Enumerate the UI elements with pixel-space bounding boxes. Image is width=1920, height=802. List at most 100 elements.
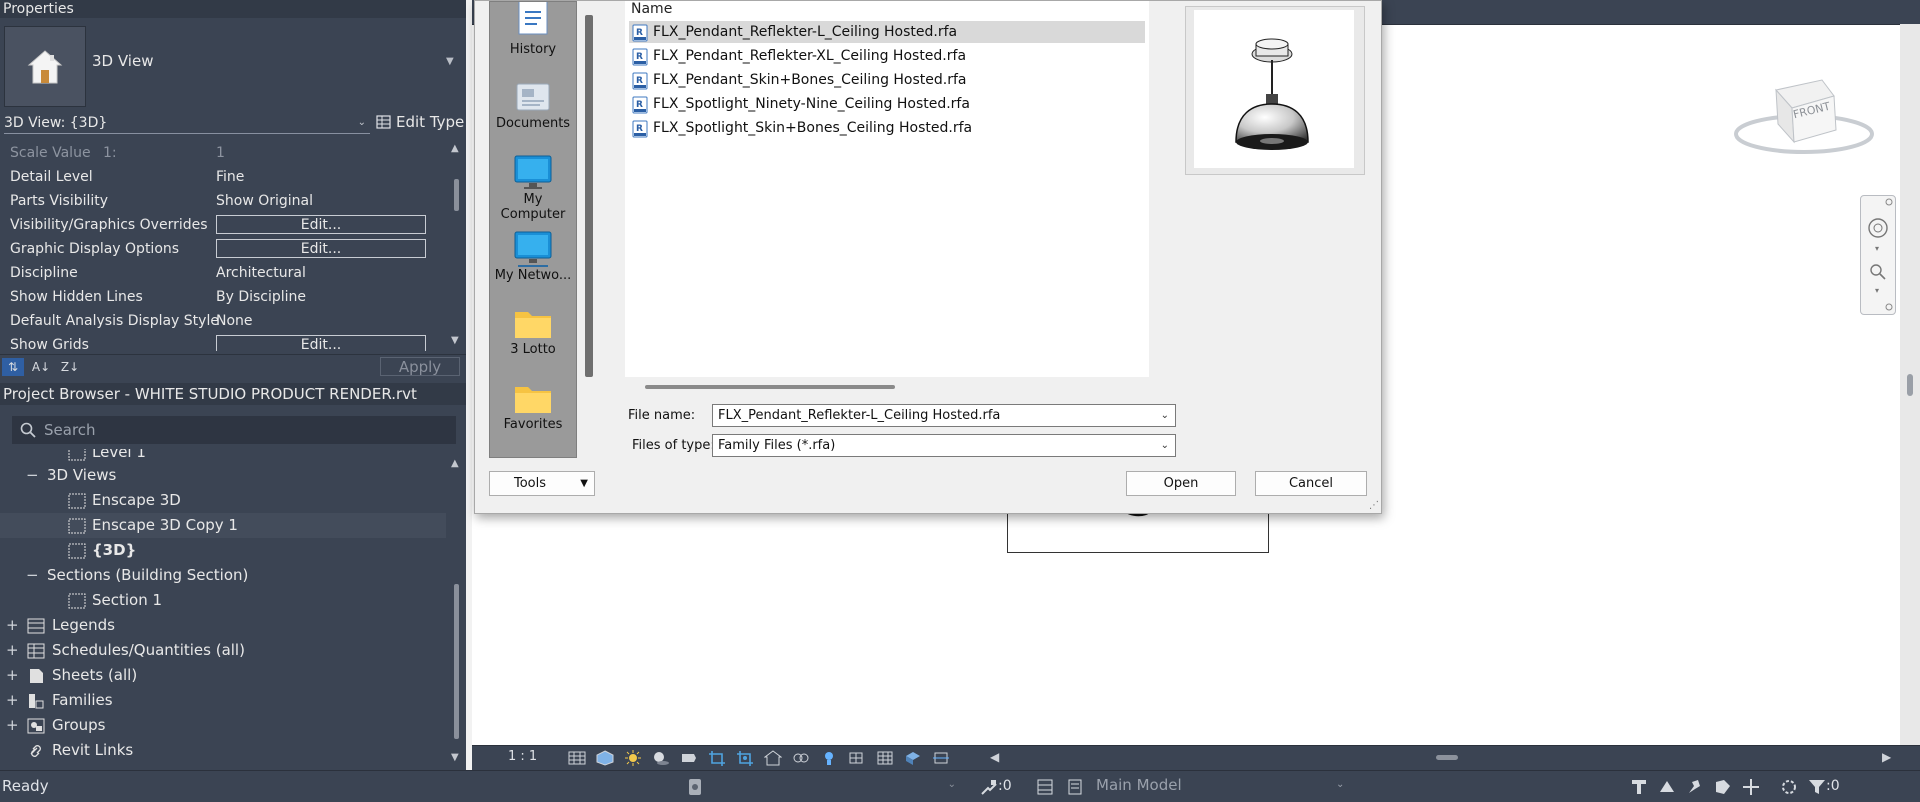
tree-node-groups[interactable]: + Groups [0, 713, 446, 738]
tools-button[interactable]: Tools ▼ [489, 471, 595, 496]
column-header-name[interactable]: Name [631, 1, 672, 17]
expand-icon[interactable]: + [6, 713, 19, 738]
place-my-computer[interactable]: My Computer [490, 154, 576, 222]
scroll-up-icon[interactable]: ▲ [451, 143, 459, 154]
file-item[interactable]: R FLX_Pendant_Reflekter-XL_Ceiling Hoste… [629, 45, 1145, 67]
property-row-detail-level[interactable]: Detail Level Fine [0, 165, 448, 189]
places-scrollbar[interactable] [585, 15, 593, 377]
property-row-hidden-lines[interactable]: Show Hidden Lines By Discipline [0, 285, 448, 309]
chevron-down-icon[interactable]: ▼ [446, 56, 454, 67]
sort-categorized-icon[interactable]: ⇅ [2, 358, 24, 376]
scroll-up-icon[interactable]: ▲ [451, 458, 459, 469]
edit-button[interactable]: Edit... [216, 239, 426, 258]
scroll-left-icon[interactable]: ◀ [990, 750, 999, 764]
edit-button[interactable]: Edit... [216, 335, 426, 351]
drag-elements-icon[interactable] [1742, 778, 1760, 796]
apply-button[interactable]: Apply [380, 357, 460, 376]
property-row-parts-visibility[interactable]: Parts Visibility Show Original [0, 189, 448, 213]
reveal-constraints-icon[interactable] [932, 750, 950, 766]
crop-view-icon[interactable] [708, 750, 726, 766]
property-row-discipline[interactable]: Discipline Architectural [0, 261, 448, 285]
place-3-lotto[interactable]: 3 Lotto [490, 304, 576, 357]
detail-level-icon[interactable] [568, 750, 586, 766]
tree-node-revit-links[interactable]: Revit Links [0, 738, 446, 763]
visual-style-icon[interactable] [596, 750, 614, 766]
resize-grip-icon[interactable]: ⋰ [1369, 500, 1379, 511]
design-options-icon[interactable] [1036, 778, 1054, 796]
place-history[interactable]: History [490, 2, 576, 57]
place-favorites[interactable]: Favorites [490, 379, 576, 432]
tree-node-sections[interactable]: − Sections (Building Section) [0, 563, 446, 588]
view-scale[interactable]: 1 : 1 [508, 749, 537, 764]
scroll-thumb[interactable] [1436, 755, 1458, 760]
tree-node-section-1[interactable]: Section 1 [0, 588, 446, 613]
collapse-icon[interactable]: − [26, 463, 39, 488]
file-type-select[interactable]: Family Files (*.rfa) ⌄ [712, 434, 1176, 457]
viewcube[interactable]: FRONT [1734, 72, 1874, 162]
property-value[interactable]: Architectural [216, 261, 306, 285]
scroll-down-icon[interactable]: ▼ [451, 335, 459, 346]
scroll-down-icon[interactable]: ▼ [451, 752, 459, 763]
temporary-hide-icon[interactable] [792, 750, 810, 766]
edit-button[interactable]: Edit... [216, 215, 426, 234]
collapse-icon[interactable]: − [26, 563, 39, 588]
design-options-list-icon[interactable] [1066, 778, 1084, 796]
sort-ascending-icon[interactable]: A↓ [30, 358, 52, 376]
properties-scrollbar[interactable]: ▲ ▼ [448, 141, 466, 351]
tree-node-sheets[interactable]: + Sheets (all) [0, 663, 446, 688]
file-item[interactable]: R FLX_Spotlight_Ninety-Nine_Ceiling Host… [629, 93, 1145, 115]
property-value[interactable]: None [216, 309, 253, 333]
filter-icon[interactable] [1808, 778, 1826, 796]
edit-type-button[interactable]: Edit Type [376, 112, 464, 132]
reveal-hidden-icon[interactable] [820, 750, 838, 766]
tree-node-schedules[interactable]: + Schedules/Quantities (all) [0, 638, 446, 663]
tree-node-enscape-3d[interactable]: Enscape 3D [0, 488, 446, 513]
chevron-down-icon[interactable]: ⌄ [1336, 779, 1344, 790]
editable-only-icon[interactable] [980, 778, 998, 796]
scroll-thumb[interactable] [1907, 374, 1913, 396]
file-item[interactable]: R FLX_Spotlight_Skin+Bones_Ceiling Hoste… [629, 117, 1145, 139]
worksets-icon[interactable] [686, 778, 704, 796]
place-documents[interactable]: Documents [490, 80, 576, 131]
sun-path-icon[interactable] [624, 750, 642, 766]
search-input[interactable]: Search [12, 416, 456, 444]
select-by-face-icon[interactable] [1714, 778, 1732, 796]
expand-icon[interactable]: + [6, 638, 19, 663]
expand-icon[interactable]: + [6, 688, 19, 713]
tree-scrollbar[interactable]: ▲ ▼ [448, 456, 466, 770]
scroll-thumb[interactable] [454, 584, 459, 739]
cancel-button[interactable]: Cancel [1255, 471, 1367, 496]
file-item[interactable]: R FLX_Pendant_Reflekter-L_Ceiling Hosted… [629, 21, 1145, 43]
open-button[interactable]: Open [1126, 471, 1236, 496]
property-value[interactable]: By Discipline [216, 285, 306, 309]
file-name-field[interactable]: FLX_Pendant_Reflekter-L_Ceiling Hosted.r… [712, 404, 1176, 427]
select-underlay-icon[interactable] [1658, 778, 1676, 796]
place-my-network[interactable]: My Netwo... [490, 230, 576, 283]
tree-node-enscape-3d-copy-1[interactable]: Enscape 3D Copy 1 [0, 513, 446, 538]
expand-icon[interactable]: + [6, 663, 19, 688]
shadows-icon[interactable] [652, 750, 670, 766]
instance-select[interactable]: 3D View: {3D} ⌄ [4, 113, 370, 134]
background-process-icon[interactable] [1780, 778, 1798, 796]
tree-node-3d-default[interactable]: {3D} [0, 538, 446, 563]
navigation-bar[interactable]: ▾ ▾ [1860, 195, 1896, 315]
chevron-down-icon[interactable]: ⌄ [1161, 435, 1169, 456]
property-value[interactable]: Show Original [216, 189, 313, 213]
select-pinned-icon[interactable] [1686, 778, 1704, 796]
worksharing-icon[interactable] [848, 750, 866, 766]
tree-node-legends[interactable]: + Legends [0, 613, 446, 638]
tree-node-3d-views[interactable]: − 3D Views [0, 463, 446, 488]
design-option-select[interactable]: Main Model [1096, 776, 1182, 794]
property-value[interactable]: Fine [216, 165, 244, 189]
sort-descending-icon[interactable]: Z↓ [59, 358, 81, 376]
workset-dropdown[interactable]: ⌄ [720, 775, 960, 797]
viewport-horizontal-scrollbar[interactable] [1004, 753, 1864, 763]
chevron-down-icon[interactable]: ⌄ [1161, 405, 1169, 426]
expand-icon[interactable]: + [6, 613, 19, 638]
select-links-icon[interactable] [1630, 778, 1648, 796]
scroll-right-icon[interactable]: ▶ [1882, 750, 1891, 764]
type-selector[interactable]: 3D View ▼ [0, 20, 466, 108]
analytical-model-icon[interactable] [876, 750, 894, 766]
crop-region-icon[interactable] [736, 750, 754, 766]
highlight-displacement-icon[interactable] [904, 750, 922, 766]
